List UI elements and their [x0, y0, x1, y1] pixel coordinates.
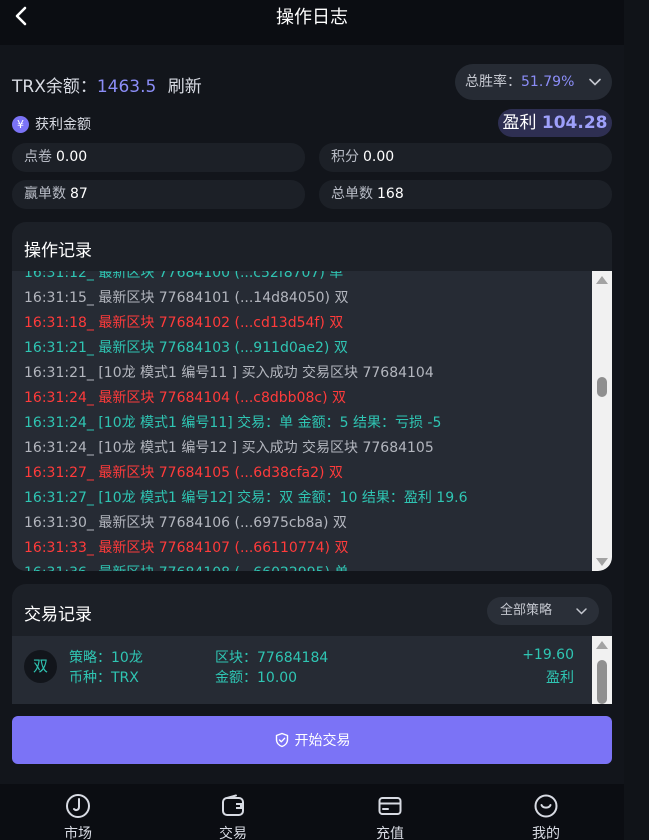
- nav-mine[interactable]: 我的: [491, 784, 601, 840]
- bottom-nav: 市场 交易 充值 我的: [0, 784, 624, 840]
- card-icon: [378, 797, 402, 815]
- profit-pill-label: 盈利: [502, 113, 537, 133]
- log-line: 16:31:15_ 最新区块 77684101 (...14d84050) 双: [24, 290, 349, 306]
- start-trading-label: 开始交易: [294, 733, 351, 749]
- stat-points-label: 积分: [331, 149, 359, 165]
- trade-amount-label: 金额：: [215, 670, 257, 686]
- balance-value: 1463.5: [96, 77, 157, 97]
- log-scroll-thumb[interactable]: [597, 377, 607, 397]
- log-line: 16:31:30_ 最新区块 77684106 (...6975cb8a) 双: [24, 515, 347, 531]
- nav-trade[interactable]: 交易: [178, 784, 288, 840]
- log-line: 16:31:24_ [10龙 模式1 编号11] 交易：单 金额：5 结果：亏损…: [24, 415, 442, 431]
- log-line: 16:31:24_ 最新区块 77684104 (...c8dbb08c) 双: [24, 390, 346, 406]
- operation-log-card: 操作记录 16:31:12_ 最新区块 77684100 (...c52f870…: [12, 222, 612, 571]
- refresh-link[interactable]: 刷新: [168, 77, 202, 97]
- trade-coin: 币种：TRX: [69, 667, 139, 687]
- market-icon: [66, 794, 90, 818]
- nav-mine-label: 我的: [532, 826, 560, 840]
- trade-strategy: 策略：10龙: [69, 647, 143, 667]
- trade-amount: 金额：10.00: [215, 667, 297, 687]
- stat-total-label: 总单数: [331, 186, 373, 202]
- yen-icon: ¥: [12, 115, 29, 133]
- strategy-filter-select[interactable]: 全部策略: [487, 597, 599, 625]
- operation-log-list[interactable]: 16:31:12_ 最新区块 77684100 (...c52f8707) 单 1…: [12, 271, 592, 571]
- trade-strategy-label: 策略：: [69, 650, 111, 666]
- trade-block-label: 区块：: [215, 650, 257, 666]
- trade-records-title: 交易记录: [24, 605, 92, 625]
- stat-total: 总单数 168: [319, 180, 612, 209]
- log-line: 16:31:27_ 最新区块 77684105 (...6d38cfa2) 双: [24, 465, 343, 481]
- log-line: 16:31:21_ [10龙 模式1 编号11 ] 买入成功 交易区块 7768…: [24, 365, 434, 381]
- trade-list-scrollbar[interactable]: [592, 636, 612, 704]
- stat-coupon: 点卷 0.00: [12, 143, 305, 172]
- trade-strategy-value: 10龙: [111, 650, 143, 666]
- scroll-up-arrow-icon[interactable]: [596, 641, 608, 649]
- balance-label: TRX余额：: [12, 77, 97, 97]
- trade-amount-value: 10.00: [257, 670, 298, 686]
- log-line: 16:31:27_ [10龙 模式1 编号12] 交易：双 金额：10 结果：盈…: [24, 490, 468, 506]
- log-line: 16:31:12_ 最新区块 77684100 (...c52f8707) 单: [24, 271, 344, 281]
- trade-scroll-thumb[interactable]: [597, 660, 607, 704]
- log-scrollbar[interactable]: [592, 271, 612, 571]
- nav-trade-label: 交易: [219, 826, 247, 840]
- log-line: 16:31:33_ 最新区块 77684107 (...66110774) 双: [24, 540, 349, 556]
- shield-check-icon: [275, 732, 288, 748]
- trade-side-badge: 双: [24, 650, 57, 683]
- stat-points: 积分 0.00: [319, 143, 612, 172]
- log-lines: 16:31:12_ 最新区块 77684100 (...c52f8707) 单 1…: [24, 271, 467, 571]
- stat-wins-label: 赢单数: [24, 186, 66, 202]
- page-title: 操作日志: [276, 7, 348, 28]
- log-line: 16:31:36_ 最新区块 77684108 (...66022995) 单: [24, 561, 467, 571]
- nav-recharge-label: 充值: [376, 826, 404, 840]
- profile-smile-icon: [534, 794, 558, 818]
- wallet-icon: [222, 794, 244, 816]
- stat-wins-value: 87: [70, 186, 88, 202]
- start-trading-button[interactable]: 开始交易: [12, 716, 612, 764]
- winrate-dropdown[interactable]: 总胜率：51.79%: [455, 64, 612, 100]
- trade-records-card: 交易记录 全部策略 双 策略：10龙 币种：TRX 区块：77684184 金额…: [12, 584, 612, 704]
- stat-total-value: 168: [377, 186, 404, 202]
- trade-record-item[interactable]: 双 策略：10龙 币种：TRX 区块：77684184 金额：10.00 +19…: [12, 636, 592, 696]
- log-line: 16:31:21_ 最新区块 77684103 (...911d0ae2) 双: [24, 340, 348, 356]
- app-screen: 操作日志 TRX余额：1463.5 刷新 总胜率：51.79% ¥ 获利金额 盈…: [0, 0, 624, 840]
- scroll-down-arrow-icon[interactable]: [596, 558, 608, 566]
- winrate-label: 总胜率：: [465, 74, 521, 90]
- trade-result: 盈利: [546, 670, 574, 686]
- nav-market[interactable]: 市场: [23, 784, 133, 840]
- stat-points-value: 0.00: [363, 149, 395, 165]
- chevron-down-icon: [576, 608, 587, 615]
- trade-coin-label: 币种：: [69, 670, 111, 686]
- log-line: 16:31:24_ [10龙 模式1 编号12 ] 买入成功 交易区块 7768…: [24, 440, 434, 456]
- page-scrollbar-track[interactable]: [624, 0, 649, 840]
- log-line: 16:31:18_ 最新区块 77684102 (...cd13d54f) 双: [24, 315, 344, 331]
- profit-value: 104.28: [541, 113, 608, 133]
- profit-label: 获利金额: [35, 117, 91, 133]
- trx-balance: TRX余额：1463.5 刷新: [12, 72, 202, 97]
- stat-wins: 赢单数 87: [12, 180, 305, 209]
- top-bar: 操作日志: [0, 0, 624, 45]
- strategy-filter-value: 全部策略: [500, 603, 553, 618]
- trade-coin-value: TRX: [111, 670, 139, 686]
- trade-pnl: +19.60: [522, 647, 574, 663]
- winrate-value: 51.79%: [521, 74, 575, 90]
- stat-coupon-label: 点卷: [24, 149, 52, 165]
- nav-market-label: 市场: [64, 826, 92, 840]
- trade-block: 区块：77684184: [215, 647, 328, 667]
- chevron-down-icon: [589, 78, 601, 86]
- profit-label-row: ¥ 获利金额: [12, 114, 91, 134]
- scroll-up-arrow-icon[interactable]: [596, 276, 608, 284]
- trade-block-value: 77684184: [257, 650, 329, 666]
- nav-recharge[interactable]: 充值: [335, 784, 445, 840]
- operation-log-title: 操作记录: [24, 241, 92, 261]
- trade-records-list[interactable]: 双 策略：10龙 币种：TRX 区块：77684184 金额：10.00 +19…: [12, 636, 592, 704]
- stat-coupon-value: 0.00: [56, 149, 88, 165]
- profit-badge: 盈利 104.28: [498, 109, 612, 137]
